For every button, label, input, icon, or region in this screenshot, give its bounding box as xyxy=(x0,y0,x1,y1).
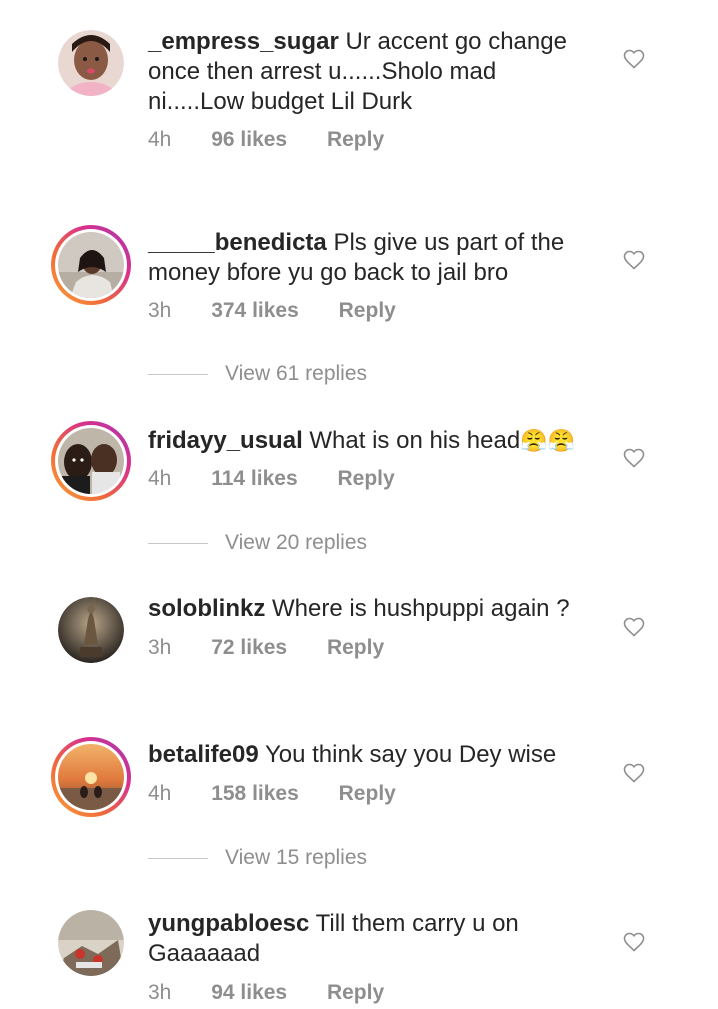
comment-body-line: You think say you Dey wise xyxy=(264,741,557,768)
reply-button[interactable]: Reply xyxy=(337,467,394,491)
comment-username[interactable]: betalife09 xyxy=(148,741,259,768)
view-replies-label[interactable]: View 15 replies xyxy=(225,846,367,870)
comment-body-line: money bfore yu go back to jail bro xyxy=(148,259,509,286)
comment-time: 3h xyxy=(148,299,172,322)
comment-username[interactable]: _empress_sugar xyxy=(148,28,339,55)
divider-line xyxy=(148,857,208,859)
heart-outline-icon[interactable] xyxy=(622,930,646,954)
reply-button[interactable]: Reply xyxy=(327,981,384,1005)
heart-outline-icon[interactable] xyxy=(622,446,646,470)
avatar[interactable] xyxy=(58,597,124,663)
avatar[interactable] xyxy=(58,30,124,96)
comment-meta: 4h 96 likes Reply xyxy=(148,128,418,152)
comment-username[interactable]: fridayy_usual xyxy=(148,427,303,454)
comment-meta: 3h 94 likes Reply xyxy=(148,981,418,1005)
heart-outline-icon[interactable] xyxy=(622,47,646,71)
comment-body-line: Pls give us part of the xyxy=(333,229,565,256)
comment-body-line: Ur accent go change xyxy=(345,28,567,55)
comment-likes[interactable]: 94 likes xyxy=(211,981,287,1005)
divider-line xyxy=(148,542,208,544)
avatar[interactable] xyxy=(58,910,124,976)
comment-time: 4h xyxy=(148,128,172,151)
view-replies-button[interactable]: View 20 replies xyxy=(148,531,367,555)
comment-time: 3h xyxy=(148,981,172,1004)
view-replies-label[interactable]: View 20 replies xyxy=(225,531,367,555)
comment-body-line: Gaaaaaad xyxy=(148,940,261,967)
avatar[interactable] xyxy=(51,421,131,501)
comment-body-line: Till them carry u on xyxy=(315,910,519,937)
comment-meta: 3h 72 likes Reply xyxy=(148,636,418,660)
comment-body-line: What is on his head xyxy=(309,427,521,454)
comment-meta: 4h 114 likes Reply xyxy=(148,467,429,491)
view-replies-label[interactable]: View 61 replies xyxy=(225,362,367,386)
comment-likes[interactable]: 72 likes xyxy=(211,636,287,660)
comment-text: betalife09 You think say you Dey wise xyxy=(148,740,598,770)
comment-meta: 3h 374 likes Reply xyxy=(148,299,430,323)
comment-likes[interactable]: 374 likes xyxy=(211,299,299,323)
reply-button[interactable]: Reply xyxy=(339,782,396,806)
comment-username[interactable]: _____benedicta xyxy=(148,229,327,256)
reply-button[interactable]: Reply xyxy=(327,636,384,660)
comment-username[interactable]: yungpabloesc xyxy=(148,910,309,937)
comment-body-line: once then arrest u......Sholo mad xyxy=(148,58,497,85)
view-replies-button[interactable]: View 15 replies xyxy=(148,846,367,870)
comment-text: fridayy_usual What is on his head😤😤 xyxy=(148,426,598,457)
comment-body-line: Where is hushpuppi again ? xyxy=(272,595,570,622)
comment-time: 4h xyxy=(148,782,172,805)
comment-likes[interactable]: 114 likes xyxy=(211,467,297,491)
comment-text: yungpabloesc Till them carry u on Gaaaaa… xyxy=(148,909,598,969)
heart-outline-icon[interactable] xyxy=(622,761,646,785)
comment-username[interactable]: soloblinkz xyxy=(148,595,265,622)
view-replies-button[interactable]: View 61 replies xyxy=(148,362,367,386)
comment-time: 3h xyxy=(148,636,172,659)
comment-body-line: ni.....Low budget Lil Durk xyxy=(148,88,413,115)
comment-meta: 4h 158 likes Reply xyxy=(148,782,430,806)
reply-button[interactable]: Reply xyxy=(339,299,396,323)
comment-likes[interactable]: 96 likes xyxy=(211,128,287,152)
avatar[interactable] xyxy=(51,737,131,817)
comment-text: _____benedicta Pls give us part of the m… xyxy=(148,228,598,288)
comment-text: soloblinkz Where is hushpuppi again ? xyxy=(148,594,598,624)
heart-outline-icon[interactable] xyxy=(622,615,646,639)
angry-face-emoji: 😤😤 xyxy=(520,429,575,454)
comment-time: 4h xyxy=(148,467,172,490)
heart-outline-icon[interactable] xyxy=(622,248,646,272)
reply-button[interactable]: Reply xyxy=(327,128,384,152)
avatar[interactable] xyxy=(51,225,131,305)
divider-line xyxy=(148,373,208,375)
comment-likes[interactable]: 158 likes xyxy=(211,782,299,806)
comment-text: _empress_sugar Ur accent go change once … xyxy=(148,27,598,117)
